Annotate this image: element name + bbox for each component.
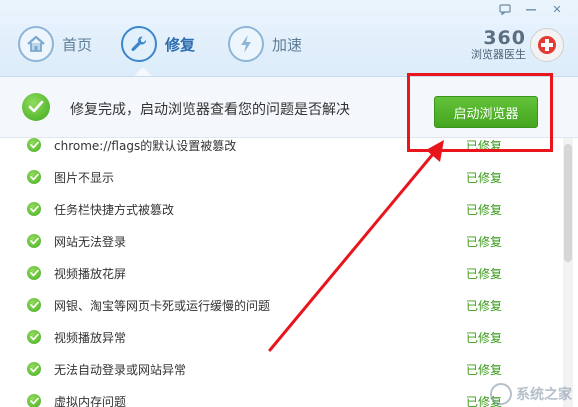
list-item-text: 无法自动登录或网站异常 bbox=[54, 363, 187, 377]
speech-bubble-icon bbox=[499, 3, 511, 15]
list-item: 视频播放异常 已修复 bbox=[0, 321, 560, 353]
list-item-text: 视频播放花屏 bbox=[54, 267, 127, 281]
repair-list: chrome://flags的默认设置被篡改 已修复 图片不显示 已修复 任务栏快捷方式… bbox=[0, 138, 578, 407]
list-item-text: chrome://flags的默认设置被篡改 bbox=[54, 139, 237, 153]
list-item-text: 虚拟内存问题 bbox=[54, 395, 127, 407]
brand-number: 360 bbox=[483, 27, 526, 49]
lightning-icon bbox=[228, 26, 264, 62]
nav-speed[interactable]: 加速 bbox=[228, 22, 302, 66]
list-item: 虚拟内存问题 已修复 bbox=[0, 385, 560, 407]
list-item-text: 视频播放异常 bbox=[54, 331, 127, 345]
check-icon bbox=[27, 362, 41, 376]
list-item-text: 图片不显示 bbox=[54, 171, 115, 185]
check-icon bbox=[27, 394, 41, 407]
check-circle-icon bbox=[22, 93, 50, 121]
check-icon bbox=[27, 330, 41, 344]
home-icon bbox=[18, 26, 54, 62]
window-controls: — ✕ bbox=[492, 0, 570, 20]
medical-cross-icon bbox=[530, 28, 564, 62]
nav-home[interactable]: 首页 bbox=[18, 22, 92, 66]
check-icon bbox=[27, 202, 41, 216]
list-item: 网银、淘宝等网页卡死或运行缓慢的问题 已修复 bbox=[0, 289, 560, 321]
list-item-status: 已修复 bbox=[466, 363, 503, 377]
list-item-status: 已修复 bbox=[466, 267, 503, 281]
status-message: 修复完成，启动浏览器查看您的问题是否解决 bbox=[70, 102, 350, 118]
list-item-text: 网站无法登录 bbox=[54, 235, 127, 249]
doctor-window: — ✕ 首页 修复 加速 360 浏览器医生 修复完成，启动浏览器查看您的问题是… bbox=[0, 0, 578, 407]
nav-repair[interactable]: 修复 bbox=[121, 22, 195, 66]
minimize-button[interactable]: — bbox=[518, 0, 544, 18]
brand-subtitle: 浏览器医生 bbox=[471, 48, 526, 61]
close-button[interactable]: ✕ bbox=[544, 0, 570, 18]
active-tab-pointer bbox=[134, 67, 152, 76]
check-icon bbox=[27, 298, 41, 312]
list-item: 无法自动登录或网站异常 已修复 bbox=[0, 353, 560, 385]
list-item-status: 已修复 bbox=[466, 331, 503, 345]
list-item-status: 已修复 bbox=[466, 299, 503, 313]
brand: 360 浏览器医生 bbox=[471, 28, 564, 62]
check-icon bbox=[27, 234, 41, 248]
nav-speed-label: 加速 bbox=[272, 35, 303, 54]
list-item: 图片不显示 已修复 bbox=[0, 161, 560, 193]
wrench-icon bbox=[121, 26, 157, 62]
header: — ✕ 首页 修复 加速 360 浏览器医生 bbox=[0, 0, 578, 77]
list-item: 任务栏快捷方式被篡改 已修复 bbox=[0, 193, 560, 225]
feedback-button[interactable] bbox=[492, 0, 518, 18]
list-item: 网站无法登录 已修复 bbox=[0, 225, 560, 257]
watermark: 系统之家 bbox=[490, 383, 572, 405]
watermark-text: 系统之家 bbox=[516, 387, 572, 403]
watermark-logo-icon bbox=[490, 383, 512, 405]
list-item-status: 已修复 bbox=[466, 203, 503, 217]
list-item-status: 已修复 bbox=[466, 171, 503, 185]
scrollbar-thumb[interactable] bbox=[564, 144, 572, 262]
scrollbar[interactable] bbox=[563, 138, 573, 407]
list-item: 视频播放花屏 已修复 bbox=[0, 257, 560, 289]
list-item-status: 已修复 bbox=[466, 235, 503, 249]
list-item-text: 任务栏快捷方式被篡改 bbox=[54, 203, 175, 217]
check-icon bbox=[27, 170, 41, 184]
nav-repair-label: 修复 bbox=[165, 35, 196, 54]
launch-browser-button[interactable]: 启动浏览器 bbox=[434, 96, 538, 128]
list-item-text: 网银、淘宝等网页卡死或运行缓慢的问题 bbox=[54, 299, 271, 313]
nav-home-label: 首页 bbox=[62, 35, 93, 54]
check-icon bbox=[27, 138, 41, 152]
check-icon bbox=[27, 266, 41, 280]
